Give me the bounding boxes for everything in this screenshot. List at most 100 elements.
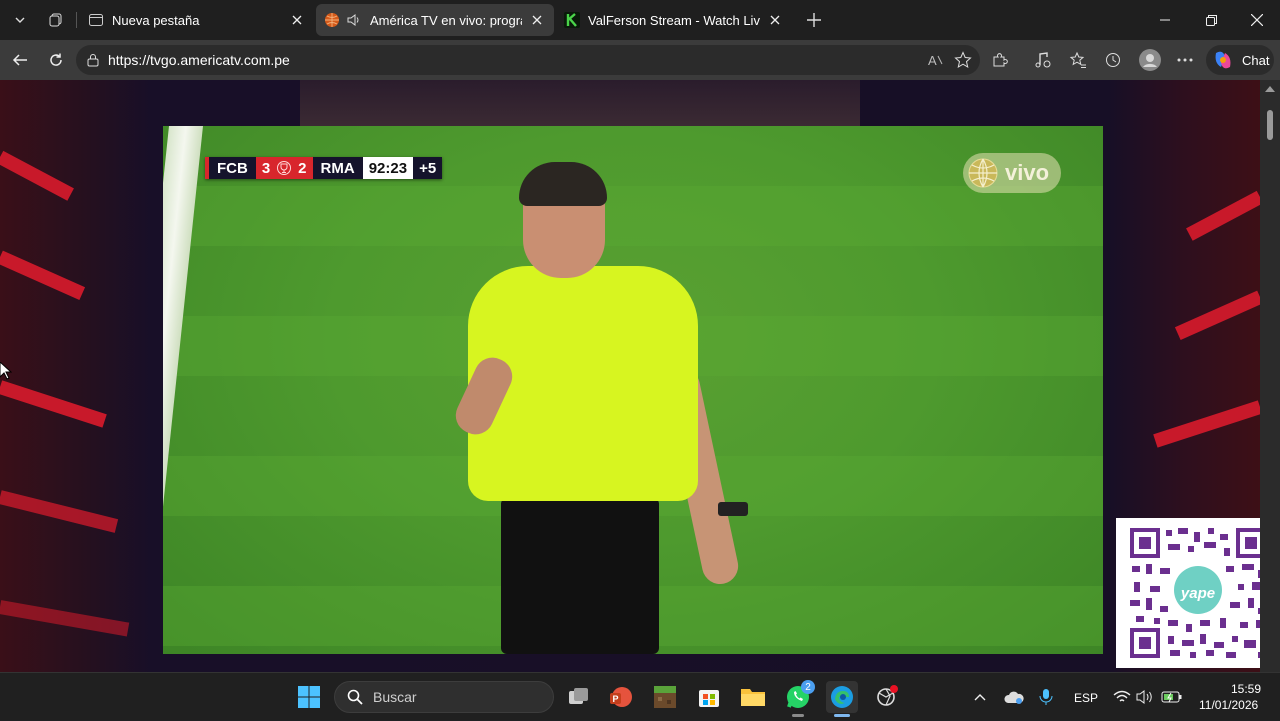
tab-new-tab[interactable]: Nueva pestaña (80, 4, 314, 36)
clock-time: 15:59 (1231, 682, 1262, 696)
workspaces-button[interactable] (42, 6, 70, 34)
workspaces-icon (49, 13, 62, 27)
referee-hair (519, 162, 607, 206)
close-window-button[interactable] (1234, 0, 1280, 40)
cloud-icon (1004, 691, 1024, 704)
history-button[interactable] (1099, 46, 1127, 74)
puzzle-icon (993, 53, 1008, 67)
profile-button[interactable] (1136, 46, 1164, 74)
taskbar-app-powerpoint[interactable]: P (605, 681, 637, 713)
extensions-button[interactable] (986, 46, 1014, 74)
language-indicator[interactable]: ESP (1074, 691, 1098, 705)
globe-icon (968, 158, 998, 188)
show-hidden-icons-button[interactable] (966, 681, 994, 713)
home-team: FCB (205, 157, 256, 179)
start-button[interactable] (293, 681, 325, 713)
site-info-icon[interactable] (86, 53, 100, 67)
tab-close-button[interactable] (528, 11, 546, 29)
search-icon (347, 689, 363, 705)
volume-icon (1136, 690, 1152, 704)
page-scrollbar[interactable] (1260, 80, 1280, 672)
taskbar-app-edge[interactable] (826, 681, 858, 713)
battery-button[interactable] (1158, 681, 1186, 713)
active-app-indicator (834, 714, 850, 717)
added-time: +5 (413, 157, 443, 179)
music-note-icon (1035, 52, 1051, 68)
arrow-left-icon (12, 54, 27, 66)
tab-america-tv[interactable]: América TV en vivo: programa (316, 4, 554, 36)
tab-title: Nueva pestaña (112, 12, 200, 28)
tab-close-button[interactable] (288, 11, 306, 29)
clock-button[interactable]: 15:59 11/01/2026 (1196, 673, 1268, 721)
taskbar-app-minecraft[interactable] (649, 681, 681, 713)
scrollbar-thumb[interactable] (1267, 110, 1273, 140)
task-view-button[interactable] (562, 681, 594, 713)
live-badge: vivo (963, 153, 1061, 193)
read-aloud-icon[interactable]: A (928, 52, 944, 68)
mouse-cursor-icon (0, 362, 12, 380)
tab-valferson-stream[interactable]: ValFerson Stream - Watch Live on (556, 4, 792, 36)
yape-qr-code: yape (1116, 518, 1280, 668)
close-icon (770, 15, 780, 25)
grass-stripe (163, 186, 1103, 246)
minimize-button[interactable] (1142, 0, 1188, 40)
tab-close-button[interactable] (766, 11, 784, 29)
favorite-star-icon[interactable] (954, 51, 972, 69)
taskbar-app-store[interactable] (693, 681, 725, 713)
referee-watch (718, 502, 748, 516)
video-player[interactable]: FCB 3 2 RMA 92:23 +5 vivo (163, 126, 1103, 654)
scroll-up-arrow-icon[interactable] (1265, 84, 1275, 92)
folder-icon (741, 689, 765, 706)
task-view-icon (569, 688, 588, 704)
qr-code-image: yape (1130, 528, 1266, 658)
volume-button[interactable] (1132, 681, 1158, 713)
settings-more-button[interactable] (1171, 46, 1199, 74)
banner-image (300, 80, 860, 126)
taskbar-search-box[interactable]: Buscar (334, 681, 554, 713)
more-dots-icon (1177, 58, 1193, 62)
taskbar-app-file-explorer[interactable] (737, 681, 769, 713)
trophy-icon (277, 161, 292, 175)
notification-badge: 2 (801, 680, 815, 694)
new-tab-button[interactable] (800, 6, 828, 34)
refresh-button[interactable] (42, 46, 70, 74)
url-text[interactable]: https://tvgo.americatv.com.pe (108, 52, 290, 68)
taskbar-app-chatgpt[interactable] (870, 681, 902, 713)
svg-text:P: P (612, 694, 618, 704)
history-icon (1106, 53, 1120, 67)
new-tab-page-icon (89, 14, 103, 26)
tab-separator (76, 12, 77, 28)
media-control-button[interactable] (1028, 46, 1056, 74)
openai-logo-icon (877, 685, 898, 706)
back-button[interactable] (6, 46, 34, 74)
avatar-icon (1139, 49, 1161, 71)
plus-icon (807, 13, 821, 27)
microphone-icon (1039, 689, 1053, 705)
away-team: RMA (312, 157, 363, 179)
refresh-icon (50, 53, 62, 66)
microphone-button[interactable] (1032, 681, 1060, 713)
address-bar[interactable]: https://tvgo.americatv.com.pe A (76, 45, 980, 75)
speaker-icon[interactable] (346, 12, 362, 28)
copilot-icon (1215, 51, 1231, 69)
onedrive-button[interactable] (1000, 681, 1028, 713)
restore-button[interactable] (1188, 0, 1234, 40)
live-label: vivo (1005, 160, 1050, 185)
favorites-list-icon (1069, 51, 1086, 68)
home-score: 3 (261, 159, 271, 177)
close-icon (532, 15, 542, 25)
score-box: 3 2 (255, 157, 313, 179)
close-icon (292, 15, 302, 25)
microsoft-store-icon (699, 690, 719, 707)
match-clock: 92:23 (362, 157, 414, 179)
copilot-chat-button[interactable]: Chat (1206, 45, 1274, 75)
favorites-button[interactable] (1064, 46, 1092, 74)
windows-taskbar: Buscar P 2 ESP 15:59 11/01/2026 (0, 672, 1280, 720)
battery-charging-icon (1161, 691, 1182, 703)
tab-actions-menu-button[interactable] (6, 6, 34, 34)
tab-title: América TV en vivo: programa (370, 12, 522, 28)
qr-brand-text: yape (1180, 585, 1215, 602)
minimize-icon (1160, 19, 1170, 21)
referee-shorts (501, 498, 659, 654)
k-logo-icon (564, 12, 580, 28)
